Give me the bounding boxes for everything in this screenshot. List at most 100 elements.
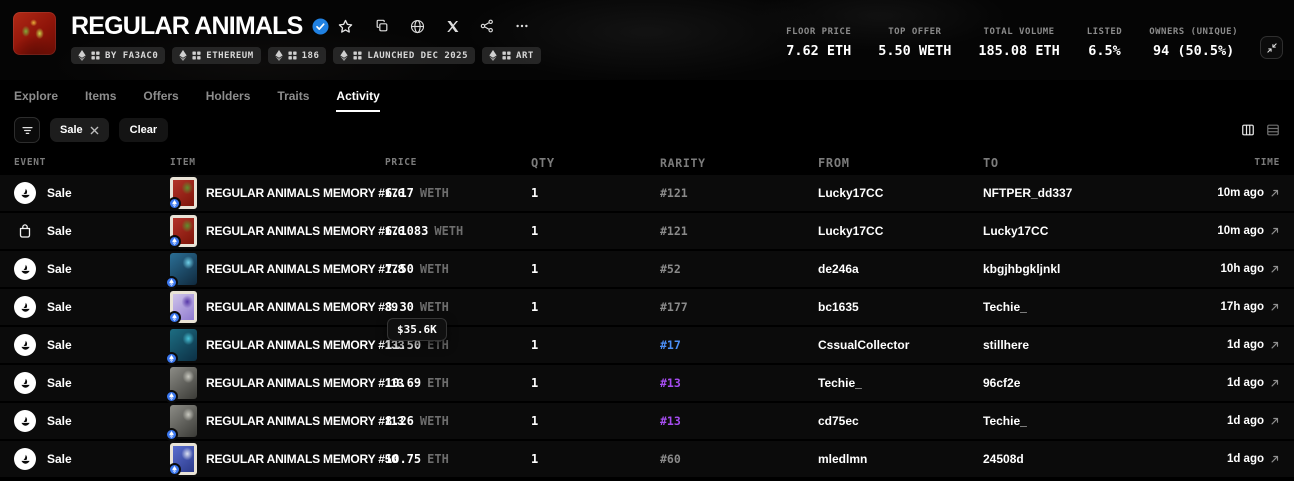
stat: LISTED 6.5%	[1087, 27, 1123, 59]
transaction-time[interactable]: 1d ago	[1150, 339, 1280, 351]
item-name: REGULAR ANIMALS MEMORY #50	[206, 452, 398, 466]
event-cell: Sale	[14, 372, 170, 394]
rarity-rank: #121	[660, 186, 818, 200]
from-user[interactable]: de246a	[818, 262, 983, 276]
quantity: 1	[531, 338, 660, 352]
tab-explore[interactable]: Explore	[14, 83, 58, 112]
to-user[interactable]: Techie_	[983, 300, 1150, 314]
watchlist-star-icon[interactable]	[338, 19, 353, 34]
column-header-price: PRICE	[385, 157, 531, 168]
item-name: REGULAR ANIMALS MEMORY #113	[206, 414, 404, 428]
item-link[interactable]: REGULAR ANIMALS MEMORY #50	[170, 443, 385, 475]
tab-items[interactable]: Items	[85, 83, 116, 112]
item-name: REGULAR ANIMALS MEMORY #133	[206, 338, 404, 352]
to-user[interactable]: Lucky17CC	[983, 224, 1150, 238]
item-link[interactable]: REGULAR ANIMALS MEMORY #178	[170, 253, 385, 285]
ethereum-icon	[78, 50, 86, 61]
to-user[interactable]: Techie_	[983, 414, 1150, 428]
from-user[interactable]: CssualCollector	[818, 338, 983, 352]
tab-offers[interactable]: Offers	[143, 83, 178, 112]
item-link[interactable]: REGULAR ANIMALS MEMORY #133	[170, 329, 385, 361]
activity-table: Sale REGULAR ANIMALS MEMORY #176 6.17WET…	[0, 173, 1294, 477]
copy-icon[interactable]	[373, 17, 391, 35]
collection-badge[interactable]: LAUNCHED DEC 2025	[333, 47, 475, 64]
price-currency: WETH	[420, 262, 449, 276]
from-user[interactable]: Lucky17CC	[818, 186, 983, 200]
rarity-rank: #13	[660, 414, 818, 428]
item-link[interactable]: REGULAR ANIMALS MEMORY #176	[170, 177, 385, 209]
collection-badge[interactable]: BY FA3AC0	[71, 47, 165, 64]
item-thumbnail	[170, 443, 197, 475]
collection-badge[interactable]: ART	[482, 47, 541, 64]
ethereum-icon	[179, 50, 187, 61]
transaction-time[interactable]: 10m ago	[1150, 187, 1280, 199]
from-user[interactable]: mledlmn	[818, 452, 983, 466]
external-link-icon	[1270, 188, 1280, 198]
item-link[interactable]: REGULAR ANIMALS MEMORY #176	[170, 215, 385, 247]
from-user[interactable]: bc1635	[818, 300, 983, 314]
badge-label: ETHEREUM	[206, 51, 253, 61]
from-user[interactable]: cd75ec	[818, 414, 983, 428]
transaction-time[interactable]: 10m ago	[1150, 225, 1280, 237]
opensea-sale-icon	[14, 448, 36, 470]
quantity: 1	[531, 376, 660, 390]
item-thumbnail	[170, 177, 197, 209]
grid-view-icon[interactable]	[1241, 123, 1255, 137]
transaction-time[interactable]: 1d ago	[1150, 415, 1280, 427]
activity-row[interactable]: Sale REGULAR ANIMALS MEMORY #113 10.69ET…	[0, 363, 1294, 401]
to-user[interactable]: NFTPER_dd337	[983, 186, 1150, 200]
to-user[interactable]: 96cf2e	[983, 376, 1150, 390]
collection-avatar[interactable]	[13, 12, 56, 55]
item-link[interactable]: REGULAR ANIMALS MEMORY #113	[170, 367, 385, 399]
clear-filters-button[interactable]: Clear	[119, 118, 169, 142]
filter-icon[interactable]	[14, 117, 40, 143]
from-user[interactable]: Lucky17CC	[818, 224, 983, 238]
list-view-icon[interactable]	[1266, 123, 1280, 137]
chain-badge-icon	[165, 276, 178, 289]
external-link-icon	[1270, 264, 1280, 274]
to-user[interactable]: kbgjhbgkljnkl	[983, 262, 1150, 276]
globe-icon[interactable]	[408, 17, 427, 36]
collection-badge[interactable]: ETHEREUM	[172, 47, 260, 64]
event-label: Sale	[47, 452, 72, 466]
external-link-icon	[1270, 340, 1280, 350]
price-cell: 10.69ETH	[385, 374, 531, 392]
column-header-time: TIME	[1150, 157, 1280, 168]
tab-traits[interactable]: Traits	[277, 83, 309, 112]
external-link-icon	[1270, 226, 1280, 236]
to-user[interactable]: 24508d	[983, 452, 1150, 466]
activity-row[interactable]: Sale REGULAR ANIMALS MEMORY #176 6.17WET…	[0, 173, 1294, 211]
activity-row[interactable]: Sale REGULAR ANIMALS MEMORY #39 8.30WETH…	[0, 287, 1294, 325]
filter-chip-sale[interactable]: Sale	[50, 118, 109, 142]
close-icon[interactable]	[90, 126, 99, 135]
quantity: 1	[531, 224, 660, 238]
stat-value: 94 (50.5%)	[1153, 43, 1234, 59]
tab-activity[interactable]: Activity	[336, 83, 379, 112]
collection-badge[interactable]: 186	[268, 47, 327, 64]
transaction-time[interactable]: 10h ago	[1150, 263, 1280, 275]
more-options-icon[interactable]	[513, 17, 531, 35]
item-link[interactable]: REGULAR ANIMALS MEMORY #39	[170, 291, 385, 323]
activity-row[interactable]: Sale REGULAR ANIMALS MEMORY #113 8.26WET…	[0, 401, 1294, 439]
activity-row[interactable]: Sale REGULAR ANIMALS MEMORY #50 10.75ETH…	[0, 439, 1294, 477]
from-user[interactable]: Techie_	[818, 376, 983, 390]
event-label: Sale	[47, 338, 72, 352]
x-twitter-icon[interactable]	[444, 18, 461, 35]
tab-holders[interactable]: Holders	[206, 83, 251, 112]
share-icon[interactable]	[478, 17, 496, 35]
ethereum-icon	[275, 50, 283, 61]
activity-row[interactable]: Sale REGULAR ANIMALS MEMORY #178 7.50WET…	[0, 249, 1294, 287]
item-link[interactable]: REGULAR ANIMALS MEMORY #113	[170, 405, 385, 437]
collapse-header-icon[interactable]	[1260, 36, 1283, 59]
transaction-time[interactable]: 1d ago	[1150, 377, 1280, 389]
activity-row[interactable]: Sale REGULAR ANIMALS MEMORY #133 11.50ET…	[0, 325, 1294, 363]
transaction-time[interactable]: 1d ago	[1150, 453, 1280, 465]
price-currency: ETH	[427, 452, 449, 466]
quantity: 1	[531, 262, 660, 276]
activity-row[interactable]: Sale REGULAR ANIMALS MEMORY #176 6.1083W…	[0, 211, 1294, 249]
opensea-sale-icon	[14, 410, 36, 432]
transaction-time[interactable]: 17h ago	[1150, 301, 1280, 313]
to-user[interactable]: stillhere	[983, 338, 1150, 352]
items-count-icon	[91, 51, 100, 60]
price-cell: 8.26WETH	[385, 412, 531, 430]
